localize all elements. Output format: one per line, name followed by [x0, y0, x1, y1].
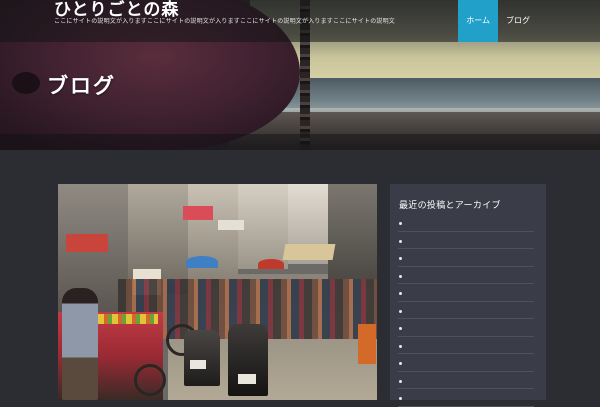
site-header: ひとりごとの森 ここにサイトの説明文が入りますここにサイトの説明文が入りますここ…	[0, 0, 600, 42]
orange-barrel	[358, 324, 376, 364]
license-plate	[190, 360, 206, 369]
list-item[interactable]	[398, 249, 534, 267]
blue-umbrella	[186, 256, 218, 268]
list-item[interactable]	[398, 302, 534, 319]
list-item[interactable]	[398, 389, 534, 407]
featured-image[interactable]	[58, 184, 377, 400]
scooter	[184, 330, 220, 386]
market-tarp	[282, 244, 336, 260]
hero-bottom-shade	[0, 134, 600, 150]
nav-item-home[interactable]: ホーム	[458, 0, 498, 42]
shop-sign	[218, 220, 244, 230]
main-navigation: ホーム ブログ	[458, 0, 600, 42]
page-title: ブログ	[47, 74, 116, 98]
list-item[interactable]	[398, 337, 534, 354]
building	[238, 184, 288, 269]
shop-sign	[183, 206, 213, 220]
building	[328, 184, 377, 279]
nav-item-blog[interactable]: ブログ	[498, 0, 538, 42]
site-description: ここにサイトの説明文が入りますここにサイトの説明文が入りますここにサイトの説明文…	[54, 18, 396, 25]
red-umbrella	[258, 259, 284, 269]
widget-title: 最近の投稿とアーカイブ	[399, 201, 501, 211]
list-item[interactable]	[398, 354, 534, 372]
list-item[interactable]	[398, 372, 534, 389]
site-title[interactable]: ひとりごとの森	[54, 0, 179, 20]
rock-hole	[12, 72, 40, 94]
list-item[interactable]	[398, 319, 534, 337]
widget-list	[398, 214, 534, 407]
license-plate	[238, 374, 256, 384]
list-item[interactable]	[398, 267, 534, 284]
fruit-display	[98, 314, 158, 324]
scooter	[228, 324, 268, 396]
cart-wheel	[134, 364, 166, 396]
person	[62, 288, 98, 400]
list-item[interactable]	[398, 214, 534, 232]
shop-sign	[66, 234, 108, 252]
sidebar-widget: 最近の投稿とアーカイブ	[390, 184, 546, 407]
list-item[interactable]	[398, 232, 534, 249]
list-item[interactable]	[398, 284, 534, 302]
